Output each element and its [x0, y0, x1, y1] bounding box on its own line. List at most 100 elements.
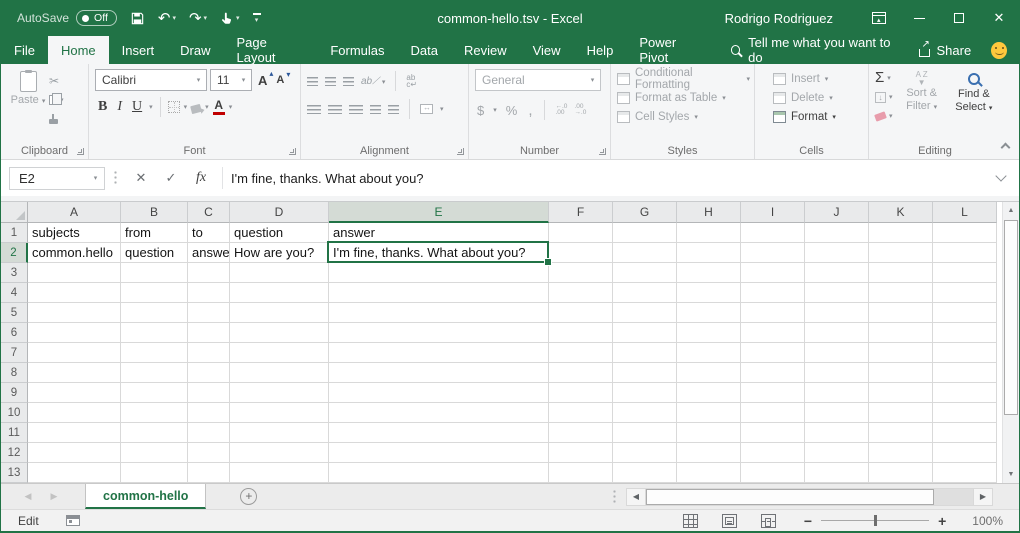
copy-button[interactable]: ▾: [49, 92, 64, 108]
redo-dropdown-icon[interactable]: ▾: [204, 14, 208, 22]
column-header-H[interactable]: H: [677, 202, 741, 223]
new-sheet-button[interactable]: +: [240, 488, 257, 505]
cell-J8[interactable]: [805, 363, 869, 383]
cell-B12[interactable]: [121, 443, 188, 463]
cell-G5[interactable]: [613, 303, 677, 323]
cell-I13[interactable]: [741, 463, 805, 483]
cell-D9[interactable]: [230, 383, 329, 403]
cell-A11[interactable]: [28, 423, 121, 443]
cell-C10[interactable]: [188, 403, 230, 423]
minimize-button[interactable]: [899, 0, 939, 36]
cell-I8[interactable]: [741, 363, 805, 383]
tab-file[interactable]: File: [1, 36, 48, 64]
cell-I4[interactable]: [741, 283, 805, 303]
cell-F7[interactable]: [549, 343, 613, 363]
cell-I11[interactable]: [741, 423, 805, 443]
column-header-K[interactable]: K: [869, 202, 933, 223]
vertical-scroll-track[interactable]: [1003, 219, 1019, 466]
column-header-G[interactable]: G: [613, 202, 677, 223]
customize-quick-access-button[interactable]: ▾: [253, 13, 261, 24]
cell-E6[interactable]: [329, 323, 549, 343]
bold-button[interactable]: B: [95, 99, 110, 115]
cell-B11[interactable]: [121, 423, 188, 443]
scroll-left-icon[interactable]: ◀: [626, 488, 646, 506]
cell-L9[interactable]: [933, 383, 997, 403]
cell-H11[interactable]: [677, 423, 741, 443]
cell-B4[interactable]: [121, 283, 188, 303]
cell-B8[interactable]: [121, 363, 188, 383]
cell-D6[interactable]: [230, 323, 329, 343]
cell-F8[interactable]: [549, 363, 613, 383]
font-color-dropdown-icon[interactable]: ▾: [229, 103, 233, 111]
delete-cells-button[interactable]: Delete▾: [761, 88, 864, 107]
cell-I2[interactable]: [741, 243, 805, 263]
cell-J12[interactable]: [805, 443, 869, 463]
cell-D5[interactable]: [230, 303, 329, 323]
cell-E2[interactable]: I'm fine, thanks. What about you?: [329, 243, 549, 263]
column-header-C[interactable]: C: [188, 202, 230, 223]
sheet-tab-common-hello[interactable]: common-hello: [85, 484, 206, 509]
cell-H3[interactable]: [677, 263, 741, 283]
cell-J7[interactable]: [805, 343, 869, 363]
font-dialog-launcher-icon[interactable]: [289, 148, 296, 155]
align-center-button[interactable]: [328, 105, 342, 114]
cell-C7[interactable]: [188, 343, 230, 363]
tab-insert[interactable]: Insert: [109, 36, 168, 64]
cell-K13[interactable]: [869, 463, 933, 483]
fill-color-dropdown-icon[interactable]: ▾: [205, 103, 209, 111]
row-header-8[interactable]: 8: [1, 363, 28, 383]
cell-E3[interactable]: [329, 263, 549, 283]
cell-C1[interactable]: to: [188, 223, 230, 243]
zoom-slider[interactable]: [821, 520, 929, 521]
horizontal-scroll-thumb[interactable]: [646, 489, 934, 505]
cell-I3[interactable]: [741, 263, 805, 283]
underline-button[interactable]: U: [129, 99, 145, 115]
clipboard-dialog-launcher-icon[interactable]: [77, 148, 84, 155]
format-cells-button[interactable]: Format▾: [761, 107, 864, 126]
cell-D12[interactable]: [230, 443, 329, 463]
cell-G6[interactable]: [613, 323, 677, 343]
accounting-dropdown-icon[interactable]: ▾: [493, 106, 497, 114]
select-all-button[interactable]: [1, 202, 28, 223]
collapse-ribbon-icon[interactable]: [1001, 143, 1011, 153]
tab-data[interactable]: Data: [398, 36, 451, 64]
paste-button[interactable]: Paste ▾: [7, 69, 49, 127]
cell-B3[interactable]: [121, 263, 188, 283]
cell-G2[interactable]: [613, 243, 677, 263]
cell-E12[interactable]: [329, 443, 549, 463]
cell-F9[interactable]: [549, 383, 613, 403]
cell-L4[interactable]: [933, 283, 997, 303]
cell-G12[interactable]: [613, 443, 677, 463]
name-box-dropdown-icon[interactable]: ▾: [87, 174, 104, 182]
cell-K8[interactable]: [869, 363, 933, 383]
cell-E9[interactable]: [329, 383, 549, 403]
cell-G11[interactable]: [613, 423, 677, 443]
decrease-indent-button[interactable]: [370, 105, 381, 114]
column-header-E[interactable]: E: [329, 202, 549, 223]
cell-A9[interactable]: [28, 383, 121, 403]
increase-indent-button[interactable]: [388, 105, 399, 114]
cell-D4[interactable]: [230, 283, 329, 303]
italic-button[interactable]: I: [114, 99, 125, 115]
shrink-font-button[interactable]: A▾: [273, 74, 287, 86]
cancel-button[interactable]: ✕: [126, 170, 156, 186]
row-header-10[interactable]: 10: [1, 403, 28, 423]
merge-center-button[interactable]: [420, 104, 433, 114]
cell-L13[interactable]: [933, 463, 997, 483]
cell-B2[interactable]: question: [121, 243, 188, 263]
sort-filter-button[interactable]: A Z▼ Sort & Filter ▾: [899, 69, 945, 124]
cell-L5[interactable]: [933, 303, 997, 323]
increase-decimal-button[interactable]: ←.0.00: [555, 104, 567, 117]
cell-E13[interactable]: [329, 463, 549, 483]
grow-font-button[interactable]: A▴: [255, 73, 270, 88]
cell-C12[interactable]: [188, 443, 230, 463]
cell-I10[interactable]: [741, 403, 805, 423]
row-header-5[interactable]: 5: [1, 303, 28, 323]
scroll-up-icon[interactable]: ▲: [1003, 202, 1019, 219]
cell-F4[interactable]: [549, 283, 613, 303]
autosum-button[interactable]: Σ▾: [875, 70, 893, 86]
cell-I7[interactable]: [741, 343, 805, 363]
cell-C9[interactable]: [188, 383, 230, 403]
orientation-button[interactable]: ab⟋ ▾: [361, 76, 385, 87]
cell-J10[interactable]: [805, 403, 869, 423]
